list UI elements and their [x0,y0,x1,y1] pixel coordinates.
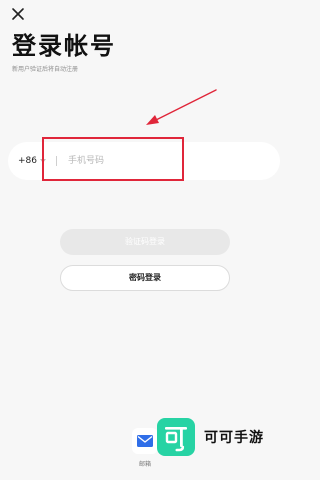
email-login-button[interactable]: 邮箱 [130,428,160,472]
mail-icon [137,435,153,447]
mail-icon-tile [132,428,158,454]
watermark-text: 可可手游 [204,430,264,446]
country-code-label: +86 [18,156,37,166]
password-login-button[interactable]: 密码登录 [60,265,230,291]
chevron-down-icon [40,159,46,163]
email-login-label: 邮箱 [138,461,151,468]
phone-number-input[interactable] [68,142,268,180]
watermark-logo [157,418,195,456]
phone-input-row: +86 [8,142,280,180]
annotation-arrow [140,86,220,128]
page-subtitle: 新用户验证后将自动注册 [12,66,79,73]
close-button[interactable] [10,6,26,22]
country-code-selector[interactable]: +86 [18,142,46,180]
code-login-button[interactable]: 验证码登录 [60,229,230,255]
page-title: 登录帐号 [12,32,116,60]
close-icon [12,8,24,20]
divider [56,156,57,166]
